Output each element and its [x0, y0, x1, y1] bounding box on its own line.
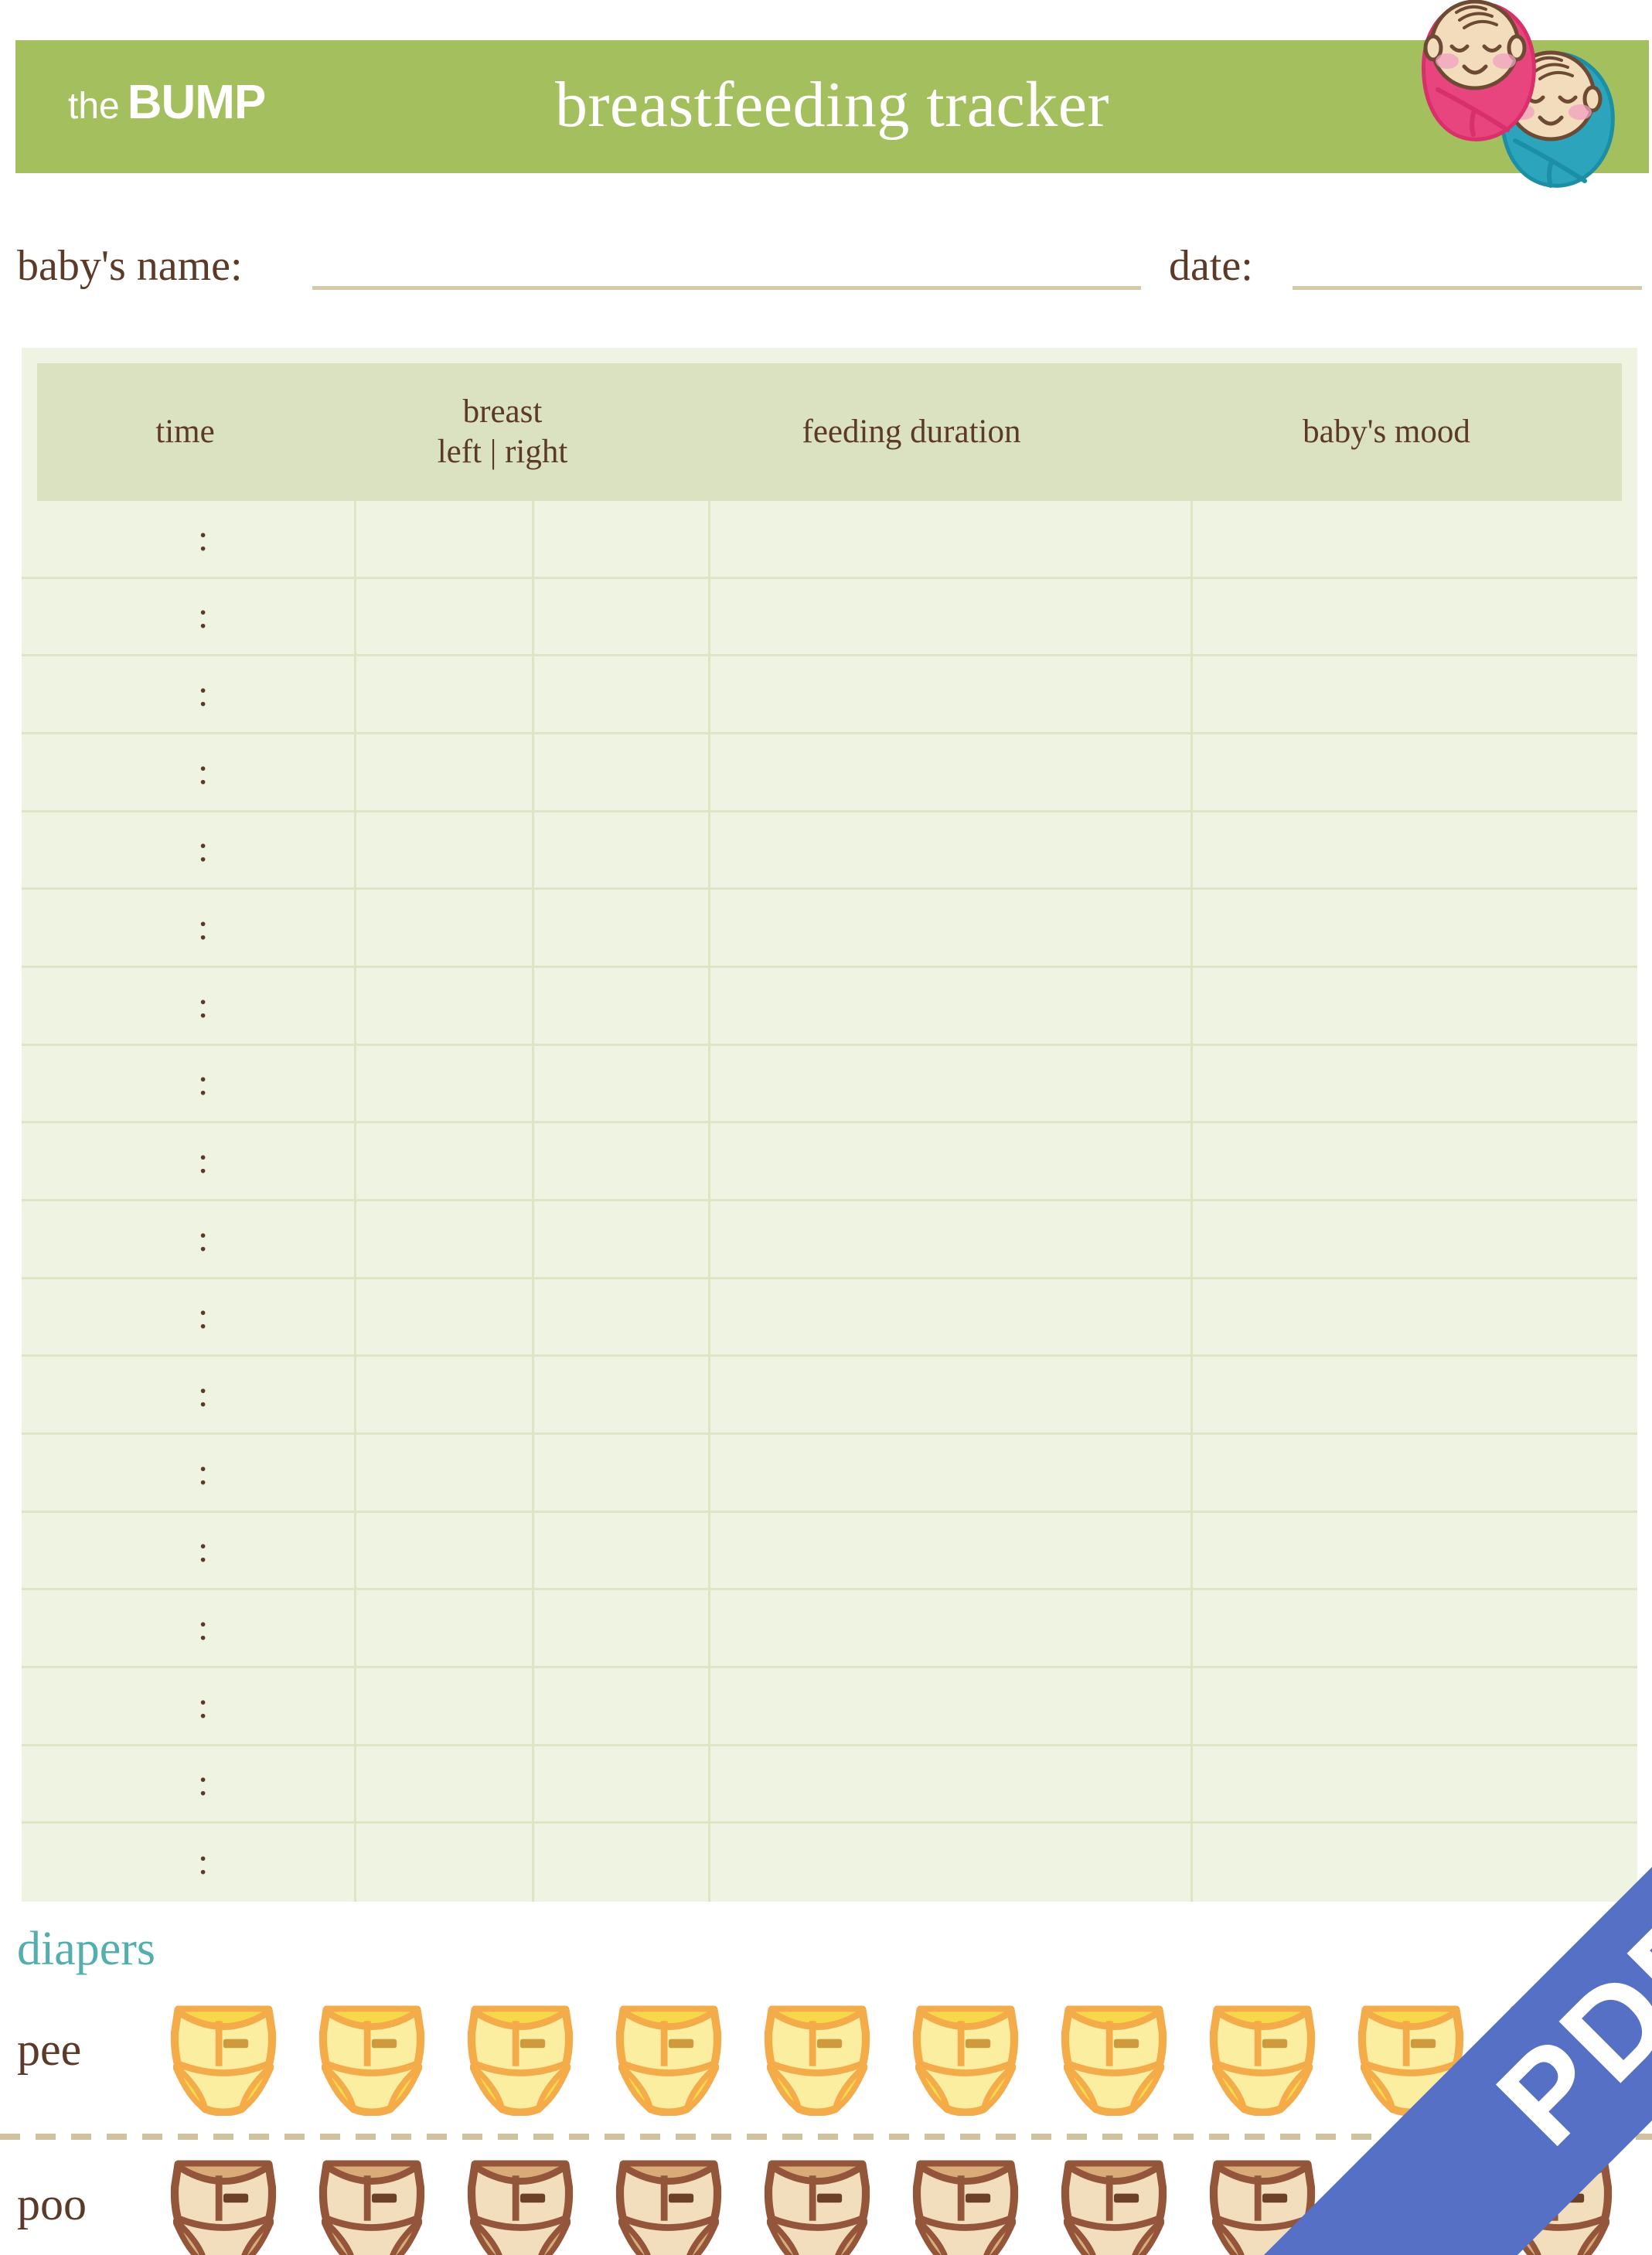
date-label: date:: [1169, 242, 1253, 290]
time-colon: :: [198, 1684, 209, 1726]
table-row[interactable]: :: [22, 968, 1637, 1046]
column-header-breast-sublabel: left | right: [437, 434, 568, 470]
diaper-icon[interactable]: [1502, 2153, 1616, 2255]
table-row[interactable]: :: [22, 656, 1637, 734]
time-colon: :: [198, 1451, 209, 1493]
diaper-icon[interactable]: [315, 2153, 429, 2255]
diaper-icon[interactable]: [760, 1998, 874, 2116]
table-row[interactable]: :: [22, 1357, 1637, 1435]
diaper-icon[interactable]: [166, 1998, 281, 2116]
diaper-icon[interactable]: [760, 2153, 874, 2255]
diaper-section-divider: [0, 2134, 1652, 2140]
column-divider-1: [354, 501, 356, 1902]
baby-name-label: baby's name:: [17, 242, 243, 290]
diaper-icon[interactable]: [1354, 2153, 1468, 2255]
table-row[interactable]: :: [22, 1746, 1637, 1824]
table-row[interactable]: :: [22, 1201, 1637, 1279]
diaper-icon[interactable]: [908, 1998, 1023, 2116]
diaper-icon[interactable]: [463, 2153, 577, 2255]
table-row[interactable]: :: [22, 890, 1637, 968]
page-title: breastfeeding tracker: [554, 69, 1110, 141]
time-colon: :: [198, 1763, 209, 1804]
time-colon: :: [198, 517, 209, 559]
time-colon: :: [198, 1062, 209, 1104]
table-row[interactable]: :: [22, 1824, 1637, 1902]
table-row[interactable]: :: [22, 1668, 1637, 1746]
diaper-icon[interactable]: [611, 1998, 726, 2116]
baby-name-input[interactable]: [312, 286, 1141, 290]
date-input[interactable]: [1293, 286, 1642, 290]
column-divider-3: [708, 501, 710, 1902]
table-row[interactable]: :: [22, 812, 1637, 891]
diaper-icon[interactable]: [611, 2153, 726, 2255]
time-colon: :: [198, 1374, 209, 1415]
time-colon: :: [198, 829, 209, 870]
column-divider-4: [1190, 501, 1193, 1902]
table-row[interactable]: :: [22, 1590, 1637, 1668]
diaper-icons-poo: [166, 2153, 1652, 2255]
diaper-icon[interactable]: [166, 2153, 281, 2255]
column-header-breast-label: breast: [462, 393, 543, 430]
time-colon: :: [198, 1841, 209, 1883]
diaper-icon[interactable]: [315, 1998, 429, 2116]
diaper-icon[interactable]: [1502, 1998, 1616, 2116]
column-header-feeding-duration: feeding duration: [672, 363, 1151, 501]
table-row[interactable]: :: [22, 1513, 1637, 1591]
column-header-time-label: time: [155, 413, 215, 450]
name-date-row: baby's name: date:: [0, 232, 1652, 301]
time-colon: :: [198, 595, 209, 637]
time-colon: :: [198, 1529, 209, 1571]
column-header-breast-stack: breast left | right: [438, 392, 568, 473]
column-header-time: time: [37, 363, 333, 501]
column-header-babys-mood-label: baby's mood: [1303, 413, 1470, 450]
diaper-icon[interactable]: [463, 1998, 577, 2116]
table-row[interactable]: :: [22, 1279, 1637, 1357]
diaper-icons-pee: [166, 1998, 1652, 2130]
table-row[interactable]: :: [22, 734, 1637, 812]
time-colon: :: [198, 751, 209, 792]
time-colon: :: [198, 907, 209, 949]
table-row[interactable]: :: [22, 1435, 1637, 1513]
table-body: ::::::::::::::::::: [22, 501, 1637, 1902]
column-header-breast: breast left | right: [333, 363, 672, 501]
swaddled-babies-illustration: [1407, 0, 1623, 189]
table-row[interactable]: :: [22, 579, 1637, 657]
diaper-icon[interactable]: [1057, 2153, 1171, 2255]
diaper-icon[interactable]: [1205, 1998, 1320, 2116]
breastfeeding-tracker-page: the BUMP breastfeeding tracker baby's na…: [0, 0, 1652, 2255]
column-header-feeding-duration-label: feeding duration: [802, 413, 1021, 450]
table-row[interactable]: :: [22, 1123, 1637, 1201]
diapers-section-title: diapers: [17, 1923, 156, 1975]
diaper-row-pee-label: pee: [17, 2024, 82, 2075]
table-row[interactable]: :: [22, 1046, 1637, 1124]
time-colon: :: [198, 1218, 209, 1259]
column-header-babys-mood: baby's mood: [1151, 363, 1622, 501]
table-header-row: time breast left | right feeding duratio…: [37, 363, 1622, 501]
diaper-row-poo: poo: [0, 2153, 1652, 2255]
header-bar: the BUMP breastfeeding tracker: [15, 40, 1649, 173]
column-divider-2: [532, 501, 534, 1902]
time-colon: :: [198, 1140, 209, 1182]
table-row[interactable]: :: [22, 501, 1637, 579]
diaper-row-pee: pee: [0, 1998, 1652, 2130]
time-colon: :: [198, 673, 209, 715]
time-colon: :: [198, 1296, 209, 1337]
diaper-icon[interactable]: [1057, 1998, 1171, 2116]
diaper-row-poo-label: poo: [17, 2178, 87, 2229]
diaper-icon[interactable]: [1354, 1998, 1468, 2116]
diaper-icon[interactable]: [908, 2153, 1023, 2255]
time-colon: :: [198, 1607, 209, 1649]
diaper-icon[interactable]: [1205, 2153, 1320, 2255]
time-colon: :: [198, 984, 209, 1026]
feeding-log-table: time breast left | right feeding duratio…: [22, 348, 1637, 1902]
